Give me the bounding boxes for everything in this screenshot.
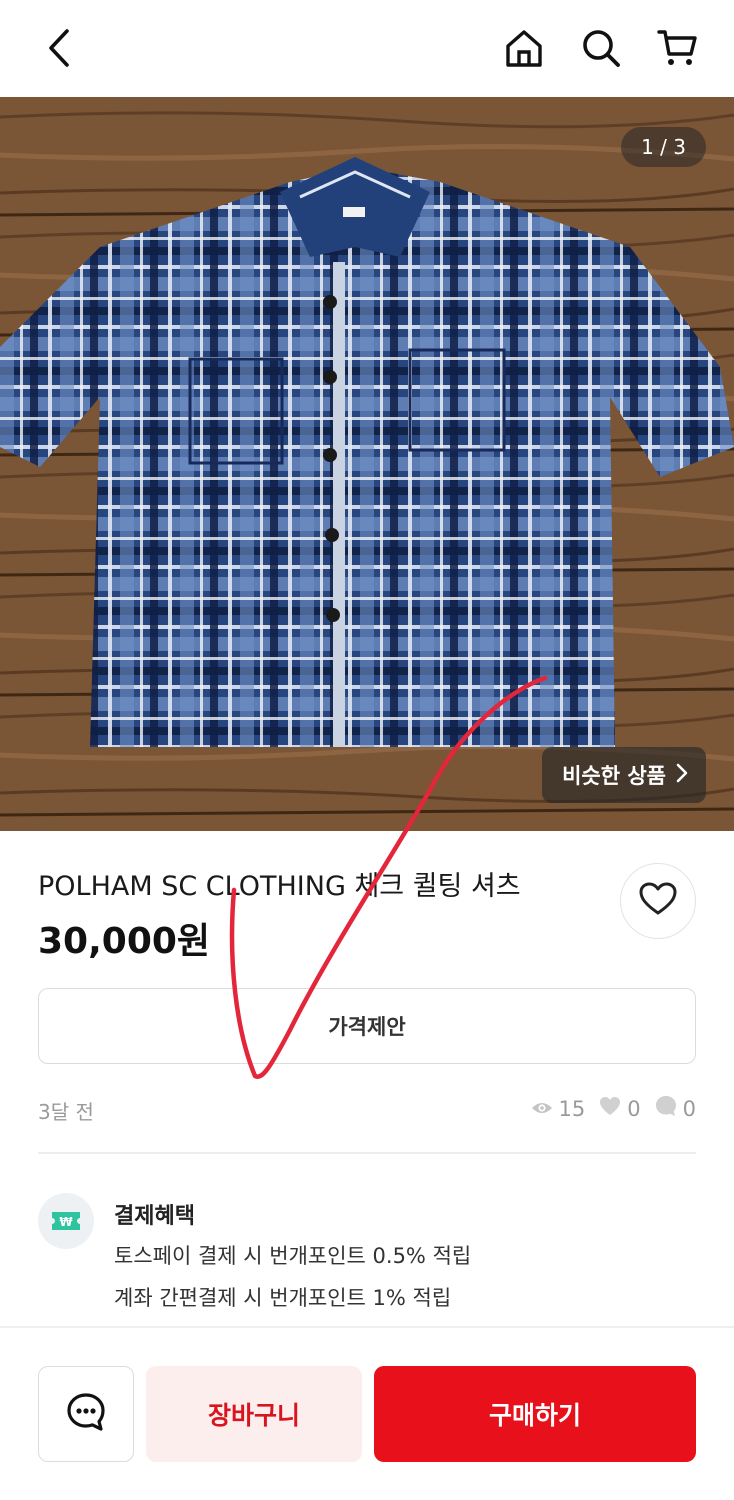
add-to-cart-button[interactable]: 장바구니 <box>146 1366 362 1462</box>
likes-count: 0 <box>627 1096 641 1121</box>
product-photo <box>0 97 734 831</box>
likes-stat: 0 <box>599 1096 641 1121</box>
heart-filled-icon <box>599 1096 621 1121</box>
payment-benefit-title: 결제혜택 <box>114 1204 195 1229</box>
cart-icon[interactable] <box>656 26 700 70</box>
home-icon[interactable] <box>502 26 546 70</box>
heart-icon <box>639 882 677 920</box>
posted-time: 3달 전 <box>38 1100 94 1124</box>
benefit-toss-pay: 토스페이 결제 시 번개포인트 0.5% 적립 <box>114 1244 472 1268</box>
benefit-account-pay: 계좌 간편결제 시 번개포인트 1% 적립 <box>114 1286 452 1310</box>
product-price: 30,000원 <box>38 921 211 962</box>
top-bar <box>0 0 734 97</box>
chats-count: 0 <box>682 1096 696 1121</box>
price-offer-button[interactable]: 가격제안 <box>38 988 696 1064</box>
bottom-bar-divider <box>0 1326 734 1328</box>
product-image-gallery[interactable]: 1 / 3 비슷한 상품 <box>0 97 734 831</box>
chat-button[interactable] <box>38 1366 134 1462</box>
search-icon[interactable] <box>579 26 623 70</box>
chats-stat: 0 <box>655 1095 696 1122</box>
views-stat: 15 <box>531 1096 586 1121</box>
chat-bubble-icon <box>655 1095 677 1122</box>
eye-icon <box>531 1097 553 1121</box>
buy-now-button[interactable]: 구매하기 <box>374 1366 696 1462</box>
chevron-left-icon[interactable] <box>38 26 82 70</box>
svg-text:₩: ₩ <box>59 1215 73 1229</box>
chevron-right-icon <box>676 763 688 788</box>
product-stats: 15 0 0 <box>523 1095 696 1122</box>
section-divider <box>38 1152 696 1154</box>
image-counter: 1 / 3 <box>621 127 706 167</box>
wishlist-button[interactable] <box>620 863 696 939</box>
similar-products-button[interactable]: 비슷한 상품 <box>542 747 706 803</box>
product-title: POLHAM SC CLOTHING 체크 퀼팅 셔츠 <box>38 871 521 902</box>
similar-products-label: 비슷한 상품 <box>562 764 666 788</box>
won-ticket-icon: ₩ <box>38 1193 94 1249</box>
chat-dots-icon <box>66 1392 106 1436</box>
views-count: 15 <box>558 1096 586 1121</box>
